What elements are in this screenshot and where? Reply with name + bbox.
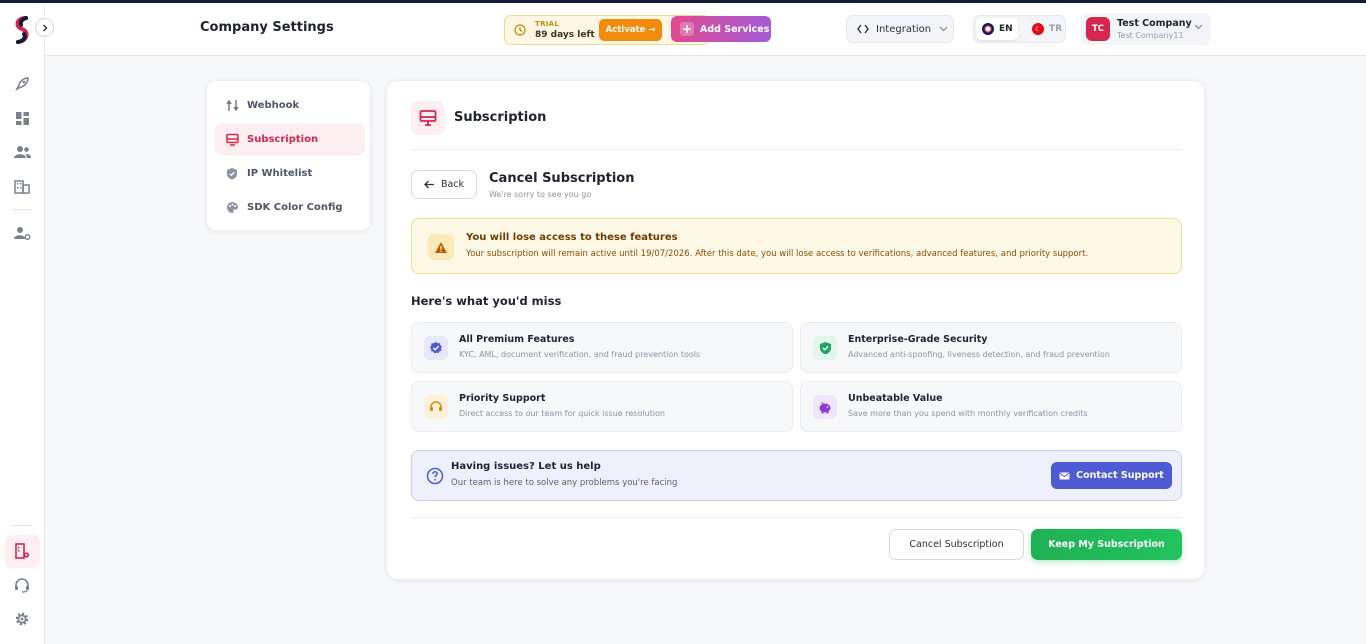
page-title: Company Settings <box>200 20 334 35</box>
feature-description: Direct access to our team for quick issu… <box>459 409 665 418</box>
shield-icon <box>225 166 239 180</box>
mail-icon <box>1059 472 1070 479</box>
feature-title: Priority Support <box>459 393 546 404</box>
back-button[interactable]: Back <box>411 170 477 199</box>
company-subname: Test Company11 <box>1117 31 1184 40</box>
divider <box>411 149 1182 150</box>
webhook-icon <box>225 98 239 112</box>
feature-card: Enterprise-Grade Security Advanced anti-… <box>800 322 1182 373</box>
add-services-button[interactable]: + Add Services <box>671 16 771 42</box>
avatar: TC <box>1086 17 1110 41</box>
language-tr-label: TR <box>1049 24 1063 34</box>
warning-icon <box>428 234 454 260</box>
monitor-icon <box>225 132 239 146</box>
menu-item-label: Subscription <box>247 133 319 145</box>
menu-item-webhook[interactable]: Webhook <box>215 89 365 121</box>
cancel-subtitle: We're sorry to see you go <box>489 190 592 199</box>
gear-icon[interactable] <box>12 609 32 629</box>
activate-button[interactable]: Activate → <box>599 19 662 41</box>
menu-item-label: Webhook <box>247 99 300 111</box>
language-en-label: EN <box>999 24 1013 34</box>
verified-badge-icon <box>424 336 448 360</box>
dashboard-icon[interactable] <box>12 108 32 128</box>
menu-item-label: IP Whitelist <box>247 167 313 179</box>
warning-text: Your subscription will remain active unt… <box>466 249 1089 259</box>
section-title: Subscription <box>454 110 547 125</box>
settings-menu: Webhook Subscription IP Whitelist SDK Co… <box>206 80 371 231</box>
language-tr-button[interactable]: ☾ TR <box>1026 18 1066 40</box>
expand-sidebar-button[interactable] <box>35 18 54 37</box>
language-en-button[interactable]: EN <box>976 18 1018 40</box>
feature-description: Save more than you spend with monthly ve… <box>848 409 1088 418</box>
divider <box>411 517 1182 518</box>
contact-support-button[interactable]: Contact Support <box>1051 462 1172 489</box>
left-rail <box>0 3 45 644</box>
subscription-icon <box>411 101 445 135</box>
user-settings-icon[interactable] <box>12 223 32 243</box>
trial-days-left: 89 days left <box>535 30 595 40</box>
subscription-card: Subscription Back Cancel Subscription We… <box>386 80 1205 580</box>
feature-card: All Premium Features KYC, AML, document … <box>411 322 793 373</box>
brand-logo-icon[interactable] <box>12 15 32 45</box>
help-text: Our team is here to solve any problems y… <box>451 478 678 488</box>
keep-subscription-button[interactable]: Keep My Subscription <box>1031 529 1182 560</box>
shield-check-icon <box>813 336 837 360</box>
feature-card: Unbeatable Value Save more than you spen… <box>800 381 1182 432</box>
feature-description: KYC, AML, document verification, and fra… <box>459 350 701 359</box>
feature-title: Enterprise-Grade Security <box>848 334 988 345</box>
integration-label: Integration <box>876 23 932 35</box>
add-services-label: Add Services <box>700 23 770 35</box>
uk-flag-icon <box>982 23 994 35</box>
back-label: Back <box>440 179 465 190</box>
building-icon[interactable] <box>12 176 32 196</box>
arrow-left-icon <box>424 180 434 189</box>
feature-description: Advanced anti-spoofing, liveness detecti… <box>848 350 1110 359</box>
clock-icon <box>514 24 526 36</box>
rail-divider <box>12 209 32 210</box>
menu-item-label: SDK Color Config <box>247 201 343 213</box>
chevron-down-icon <box>939 26 948 32</box>
company-settings-icon[interactable] <box>12 541 32 561</box>
menu-item-ip-whitelist[interactable]: IP Whitelist <box>215 157 365 189</box>
top-header: Company Settings TRIAL 89 days left Acti… <box>45 3 1366 56</box>
tr-flag-icon: ☾ <box>1032 23 1044 35</box>
help-banner: Having issues? Let us help Our team is h… <box>411 450 1182 501</box>
code-icon <box>857 24 869 34</box>
warning-banner: You will lose access to these features Y… <box>411 218 1182 274</box>
company-name: Test Company <box>1117 18 1192 29</box>
question-circle-icon <box>426 467 444 485</box>
piggy-bank-icon <box>813 395 837 419</box>
contact-support-label: Contact Support <box>1076 470 1164 481</box>
warning-title: You will lose access to these features <box>466 232 678 243</box>
chevron-down-icon <box>1194 24 1203 30</box>
help-title: Having issues? Let us help <box>451 461 601 472</box>
feature-title: Unbeatable Value <box>848 393 943 404</box>
rail-divider <box>12 525 32 526</box>
menu-item-subscription[interactable]: Subscription <box>215 123 365 155</box>
feature-card: Priority Support Direct access to our te… <box>411 381 793 432</box>
cancel-subscription-button[interactable]: Cancel Subscription <box>889 529 1024 560</box>
cancel-title: Cancel Subscription <box>489 171 635 186</box>
palette-icon <box>225 200 239 214</box>
support-icon[interactable] <box>12 575 32 595</box>
headset-icon <box>424 395 448 419</box>
plus-icon: + <box>680 22 694 36</box>
integration-dropdown[interactable]: Integration <box>846 15 954 43</box>
company-account-menu[interactable]: TC Test Company Test Company11 <box>1081 13 1211 45</box>
language-switcher: EN ☾ TR <box>973 15 1066 43</box>
rocket-icon[interactable] <box>12 74 32 94</box>
feature-title: All Premium Features <box>459 334 575 345</box>
miss-section-title: Here's what you'd miss <box>411 294 562 308</box>
trial-label: TRIAL <box>535 20 560 28</box>
users-icon[interactable] <box>12 142 32 162</box>
chevron-right-icon <box>42 24 47 31</box>
menu-item-sdk-color-config[interactable]: SDK Color Config <box>215 191 365 223</box>
